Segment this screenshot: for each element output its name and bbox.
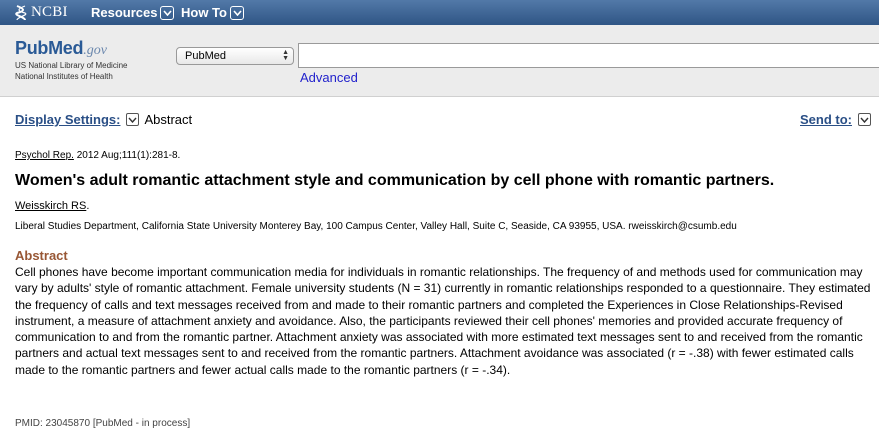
pubmed-logo-pub: Pub — [15, 38, 49, 58]
pubmed-logo-med: Med — [48, 38, 84, 58]
affiliation: Liberal Studies Department, California S… — [15, 221, 737, 232]
ncbi-topbar: NCBI Resources How To — [0, 0, 879, 25]
author-link[interactable]: Weisskirch RS — [15, 200, 86, 212]
advanced-search-link[interactable]: Advanced — [300, 70, 358, 85]
database-select-value: PubMed — [185, 50, 226, 62]
chevron-down-icon[interactable] — [126, 113, 140, 126]
chevron-down-icon — [160, 5, 175, 20]
pubmed-logo-gov: .gov — [83, 43, 107, 58]
citation: Psychol Rep. 2012 Aug;111(1):281-8. — [15, 150, 180, 161]
send-to: Send to: — [800, 112, 871, 127]
display-settings: Display Settings: Abstract — [15, 112, 192, 127]
resources-label: Resources — [91, 5, 158, 20]
database-select[interactable]: PubMed ▲ ▼ — [176, 47, 294, 65]
how-to-label: How To — [181, 5, 227, 20]
abstract-heading: Abstract — [15, 248, 68, 263]
nlm-label: US National Library of Medicine — [15, 61, 128, 70]
select-arrows-icon: ▲ ▼ — [282, 49, 289, 62]
nih-label: National Institutes of Health — [15, 72, 113, 81]
citation-details: 2012 Aug;111(1):281-8. — [73, 150, 181, 161]
author-suffix: . — [86, 200, 90, 212]
abstract-text: Cell phones have become important commun… — [15, 265, 871, 377]
pubmed-header: PubMed.gov US National Library of Medici… — [0, 25, 879, 97]
chevron-down-icon — [229, 5, 244, 20]
ncbi-logo-text: NCBI — [31, 4, 68, 20]
pmid-label: PMID: 23045870 [PubMed - in process] — [15, 418, 191, 429]
journal-link[interactable]: Psychol Rep. — [15, 150, 74, 161]
display-format-value: Abstract — [144, 112, 193, 127]
article-title: Women's adult romantic attachment style … — [15, 172, 775, 189]
resources-menu[interactable]: Resources — [91, 4, 175, 21]
display-settings-link[interactable]: Display Settings: — [15, 112, 120, 127]
author-line: Weisskirch RS. — [15, 200, 89, 212]
ncbi-helix-icon — [15, 4, 27, 20]
ncbi-logo[interactable]: NCBI — [14, 4, 68, 21]
search-input[interactable] — [298, 43, 879, 68]
how-to-menu[interactable]: How To — [181, 4, 244, 21]
pubmed-logo[interactable]: PubMed.gov US National Library of Medici… — [15, 38, 128, 81]
chevron-down-icon[interactable] — [858, 113, 871, 126]
send-to-link[interactable]: Send to: — [800, 112, 852, 127]
